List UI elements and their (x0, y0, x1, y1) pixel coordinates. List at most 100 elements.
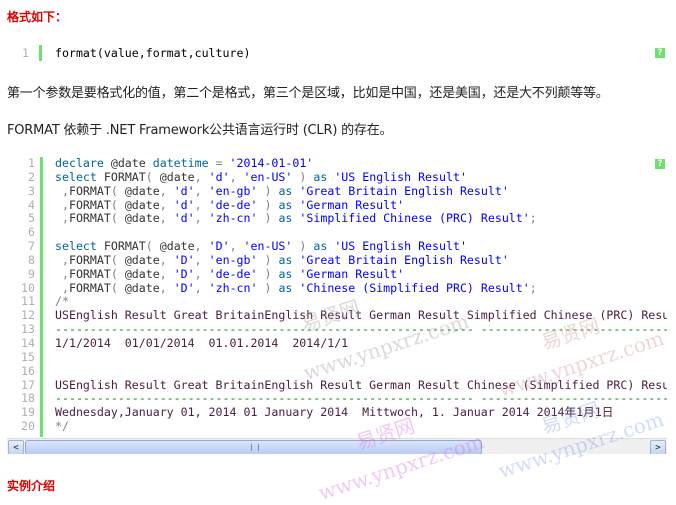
line-number: 18 (21, 391, 35, 406)
code-token-str: 'German Result' (299, 266, 405, 281)
code-token-cm: USEnglish Result Great BritainEnglish Re… (55, 308, 667, 323)
code-token-kw: as (278, 211, 300, 226)
code-token-op: ( (110, 211, 125, 226)
code-token-fn: FORMAT (68, 183, 111, 198)
help-icon[interactable]: ? (655, 48, 665, 58)
line-number: 20 (21, 419, 35, 434)
code-line: select FORMAT( @date, 'd', 'en-US' ) as … (55, 169, 667, 185)
line-number: 9 (28, 266, 35, 281)
code-token-fn: FORMAT (68, 197, 111, 212)
code-token-op: , (159, 183, 174, 198)
code-token-str: 'D' (173, 266, 195, 281)
code-token-fn: FORMAT (68, 266, 111, 281)
scrollbar-thumb[interactable] (25, 440, 482, 454)
help-icon[interactable]: ? (655, 159, 665, 169)
line-number: 10 (21, 280, 35, 295)
code-token-str: 'en-US' (243, 239, 293, 254)
code-token-op: ; (529, 280, 537, 295)
code-line: ,FORMAT( @date, 'D', 'de-de' ) as 'Germa… (55, 266, 667, 282)
code-token-op: , (194, 252, 209, 267)
code-token-op: /* (55, 294, 69, 309)
scroll-right-button[interactable]: > (650, 440, 666, 454)
code-token-str: 'D' (173, 252, 195, 267)
code-token-op: ) (292, 239, 314, 254)
code-token-op: , (229, 239, 244, 254)
code-token-str: 'de-de' (208, 266, 258, 281)
scroll-left-button[interactable]: < (8, 440, 24, 454)
code-token-str: 'd' (173, 183, 195, 198)
code-token-fn: FORMAT (103, 169, 146, 184)
code-token-op: , (159, 197, 174, 212)
code-token-str: 'Great Britain English Result' (299, 183, 509, 198)
code-token-op: ; (529, 211, 537, 226)
code-token-op: , (159, 266, 174, 281)
code-token-op: , (194, 183, 209, 198)
code-lines: declare @date datetime = '2014-01-01' sel… (55, 157, 667, 434)
code-token-cm: Wednesday,January 01, 2014 01 January 20… (55, 405, 614, 420)
code-token-op: , (159, 211, 174, 226)
code-token-op: ( (110, 252, 125, 267)
code-token-kw: as (278, 252, 300, 267)
code-token-var: @date (159, 169, 195, 184)
code-token-str: 'US English Result' (334, 239, 467, 254)
line-number: 16 (21, 363, 35, 378)
code-token-var: @date (124, 183, 160, 198)
code-token-dash: ----------------------------------------… (55, 391, 667, 406)
code-token-op: ( (110, 197, 125, 212)
code-token-var: @date (124, 266, 160, 281)
line-number: 1 (22, 46, 29, 60)
horizontal-scrollbar[interactable]: < > (7, 438, 667, 454)
code-token-op: ( (110, 183, 125, 198)
code-line: ,FORMAT( @date, 'D', 'zh-cn' ) as 'Chine… (55, 280, 667, 296)
code-line: ----------------------------------------… (55, 322, 667, 337)
code-token-op: ) (257, 266, 279, 281)
code-line: USEnglish Result Great BritainEnglish Re… (55, 377, 667, 393)
code-token-op: , (55, 252, 69, 267)
code-token-var: @date (124, 252, 160, 267)
paragraph-parameters: 第一个参数是要格式化的值，第二个是格式，第三个是区域，比如是中国，还是美国，还是… (7, 86, 609, 101)
code-token-str: 'd' (208, 169, 230, 184)
code-line: ,FORMAT( @date, 'd', 'en-gb' ) as 'Great… (55, 183, 667, 199)
line-number: 1 (28, 157, 35, 170)
code-token-op: , (194, 239, 209, 254)
code-token-str: 'Great Britain English Result' (299, 252, 509, 267)
code-token-dash: ----------------------------------------… (55, 322, 667, 337)
line-number: 2 (28, 169, 35, 184)
code-token-op: = (215, 157, 230, 170)
code-line: ,FORMAT( @date, 'D', 'en-gb' ) as 'Great… (55, 252, 667, 268)
code-token-op: ) (292, 169, 314, 184)
line-number: 6 (28, 225, 35, 240)
code-line: ,FORMAT( @date, 'd', 'de-de' ) as 'Germa… (55, 197, 667, 213)
line-number: 3 (28, 183, 35, 198)
code-snippet-format-signature: 1 format(value,format,culture) (7, 44, 667, 64)
code-token-op: , (55, 280, 69, 295)
code-token-fn: FORMAT (103, 239, 146, 254)
code-token-kw: select (55, 239, 104, 254)
code-token-str: 'D' (173, 280, 195, 295)
code-token-var: @date (124, 197, 160, 212)
code-token-str: 'd' (173, 211, 195, 226)
code-token-kw: as (278, 197, 300, 212)
code-token-str: 'en-US' (243, 169, 293, 184)
code-token-op: , (194, 197, 209, 212)
line-number: 4 (28, 197, 35, 212)
code-token-cm: USEnglish Result Great BritainEnglish Re… (55, 377, 667, 392)
code-token-var: @date (110, 157, 153, 170)
line-number: 15 (21, 349, 35, 364)
line-number: 12 (21, 308, 35, 323)
code-token-str: 'US English Result' (334, 169, 467, 184)
line-number: 5 (28, 211, 35, 226)
code-token-str: 'en-gb' (208, 183, 258, 198)
code-token-op: , (194, 169, 209, 184)
code-token-op: ( (110, 266, 125, 281)
code-token-op: , (194, 211, 209, 226)
code-token-op: , (55, 183, 69, 198)
code-token-str: 'zh-cn' (208, 211, 258, 226)
code-line: */ (55, 419, 667, 434)
code-line: 1/1/2014 01/01/2014 01.01.2014 2014/1/1 (55, 336, 667, 351)
line-number-gutter: 1 2 3 4 5 6 7 8 9 10 11 12 13 14 15 16 17 18 19 20 (7, 157, 35, 434)
code-token-op: ) (257, 252, 279, 267)
code-token-op: , (194, 266, 209, 281)
code-token-var: @date (159, 239, 195, 254)
